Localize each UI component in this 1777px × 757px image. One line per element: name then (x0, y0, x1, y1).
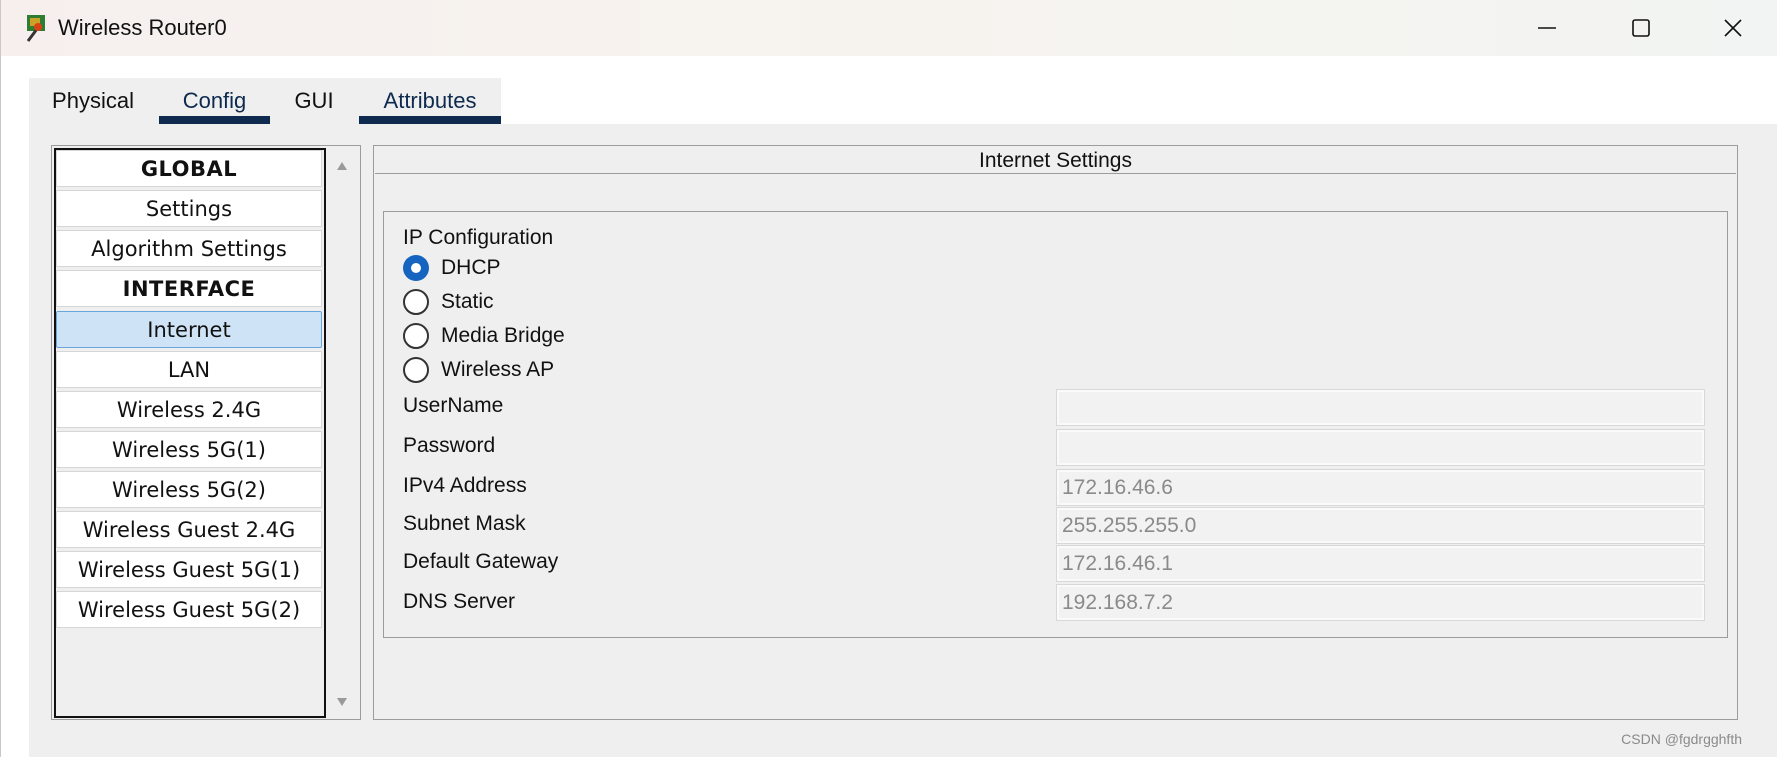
radio-button[interactable] (403, 323, 429, 349)
sidebar-item-label: INTERFACE (122, 276, 256, 301)
tab-label: GUI (294, 88, 334, 113)
sidebar-item-wireless-guest-2-4g[interactable]: Wireless Guest 2.4G (56, 511, 322, 548)
sidebar-item-label: LAN (167, 357, 211, 382)
sidebar-header-global: GLOBAL (56, 150, 322, 187)
radio-button-checked[interactable] (403, 255, 429, 281)
tab-label: Physical (52, 88, 134, 113)
tab-underline (359, 116, 501, 124)
sidebar-item-lan[interactable]: LAN (56, 351, 322, 388)
dns-server-field[interactable]: 192.168.7.2 (1056, 584, 1705, 621)
sidebar-item-label: Settings (145, 196, 233, 221)
sidebar-item-wireless-guest-5g-1[interactable]: Wireless Guest 5G(1) (56, 551, 322, 588)
scroll-up-icon (337, 162, 347, 170)
radio-static[interactable]: Static (403, 287, 494, 317)
sidebar-item-wireless-5g-1[interactable]: Wireless 5G(1) (56, 431, 322, 468)
default-gateway-field[interactable]: 172.16.46.1 (1056, 545, 1705, 582)
sidebar-item-label: Wireless Guest 5G(1) (77, 557, 301, 582)
radio-label: Media Bridge (441, 324, 565, 347)
minimize-button[interactable] (1501, 0, 1593, 56)
watermark-text: CSDN @fgdrgghfth (1621, 731, 1742, 747)
radio-label: Wireless AP (441, 358, 555, 381)
router-config-window: Wireless Router0 Physical Config GUI Att… (0, 0, 1777, 757)
maximize-button[interactable] (1595, 0, 1687, 56)
username-label: UserName (403, 394, 504, 417)
scroll-down-button[interactable] (327, 690, 357, 714)
scroll-up-button[interactable] (327, 154, 357, 178)
sidebar-item-internet[interactable]: Internet (56, 311, 322, 348)
sidebar-item-wireless-2-4g[interactable]: Wireless 2.4G (56, 391, 322, 428)
tab-attributes[interactable]: Attributes (359, 78, 501, 124)
tab-label: Attributes (383, 88, 477, 113)
minimize-icon (1538, 27, 1556, 29)
dns-server-label: DNS Server (403, 590, 516, 613)
subnet-mask-field[interactable]: 255.255.255.0 (1056, 507, 1705, 544)
router-app-icon (26, 15, 45, 42)
password-field[interactable] (1056, 429, 1705, 466)
close-button[interactable] (1687, 0, 1777, 56)
sidebar-item-label: Internet (147, 317, 231, 342)
title-bar[interactable]: Wireless Router0 (1, 0, 1777, 56)
tab-underline (159, 116, 270, 124)
sidebar-item-label: Wireless 5G(1) (112, 437, 266, 462)
tab-physical[interactable]: Physical (39, 78, 147, 124)
sidebar-item-settings[interactable]: Settings (56, 190, 322, 227)
close-icon (1724, 19, 1742, 37)
tab-label: Config (182, 88, 247, 113)
radio-button[interactable] (403, 357, 429, 383)
panel-title: Internet Settings (375, 147, 1736, 174)
window-title: Wireless Router0 (58, 15, 227, 40)
sidebar-item-algorithm-settings[interactable]: Algorithm Settings (56, 230, 322, 267)
radio-media-bridge[interactable]: Media Bridge (403, 321, 565, 351)
subnet-mask-label: Subnet Mask (403, 512, 526, 535)
ipv4-address-label: IPv4 Address (403, 474, 527, 497)
ipv4-address-field[interactable]: 172.16.46.6 (1056, 469, 1705, 506)
default-gateway-label: Default Gateway (403, 550, 559, 573)
sidebar-item-label: Wireless 2.4G (116, 397, 262, 422)
radio-button[interactable] (403, 289, 429, 315)
sidebar-item-wireless-5g-2[interactable]: Wireless 5G(2) (56, 471, 322, 508)
password-label: Password (403, 434, 496, 457)
sidebar-item-label: Wireless Guest 2.4G (82, 517, 296, 542)
radio-dhcp[interactable]: DHCP (403, 253, 501, 283)
maximize-icon (1632, 19, 1650, 37)
tab-gui[interactable]: GUI (284, 78, 344, 124)
ip-configuration-label: IP Configuration (403, 226, 554, 249)
scroll-down-icon (337, 698, 347, 706)
username-field[interactable] (1056, 389, 1705, 426)
radio-label: Static (441, 290, 494, 313)
radio-wireless-ap[interactable]: Wireless AP (403, 355, 554, 385)
sidebar-item-label: Algorithm Settings (91, 236, 287, 261)
tab-config[interactable]: Config (159, 78, 270, 124)
sidebar-item-wireless-guest-5g-2[interactable]: Wireless Guest 5G(2) (56, 591, 322, 628)
sidebar-header-interface: INTERFACE (56, 270, 322, 307)
sidebar-scrollbar[interactable] (327, 150, 357, 718)
sidebar-item-label: Wireless Guest 5G(2) (77, 597, 301, 622)
sidebar-item-label: GLOBAL (140, 156, 238, 181)
sidebar-item-label: Wireless 5G(2) (112, 477, 266, 502)
radio-label: DHCP (441, 256, 501, 279)
